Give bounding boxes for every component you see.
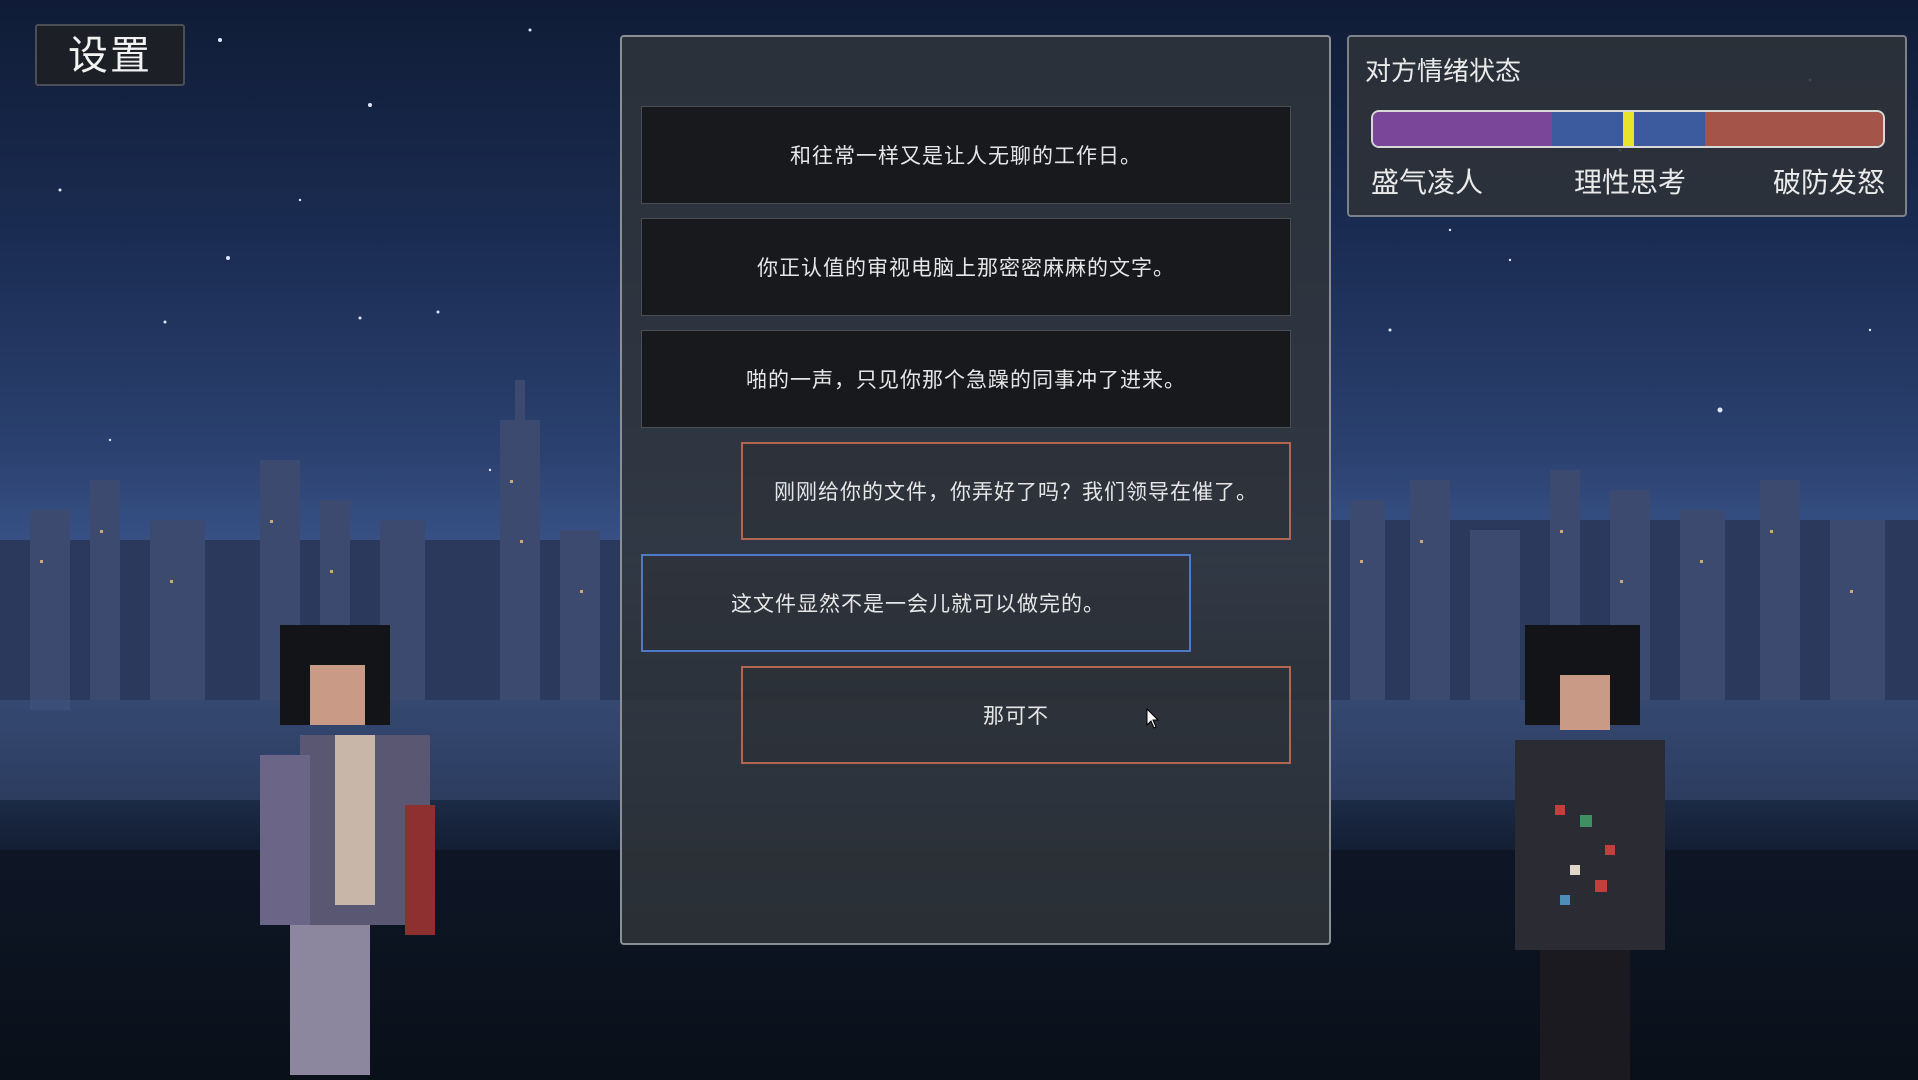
mood-segment-furious: [1704, 112, 1883, 146]
npc-character: [1515, 625, 1665, 1080]
narration-message: 你正认值的审视电脑上那密密麻麻的文字。: [641, 218, 1291, 316]
mood-label-rational: 理性思考: [1574, 166, 1687, 199]
mood-label-furious: 破防发怒: [1772, 166, 1885, 199]
settings-button[interactable]: 设置: [35, 24, 185, 86]
narration-message: 啪的一声，只见你那个急躁的同事冲了进来。: [641, 330, 1291, 428]
player-character: [260, 625, 435, 1075]
dialog-panel: 和往常一样又是让人无聊的工作日。 你正认值的审视电脑上那密密麻麻的文字。 啪的一…: [620, 35, 1331, 945]
mouse-cursor-icon: [1146, 708, 1160, 729]
mood-indicator: [1623, 112, 1634, 146]
mood-segment-domineering: [1373, 112, 1552, 146]
opponent-mood-panel: 对方情绪状态 盛气凌人 理性思考 破防发怒: [1347, 35, 1907, 217]
player-message: 这文件显然不是一会儿就可以做完的。: [641, 554, 1191, 652]
mood-meter: [1371, 110, 1885, 148]
mood-title: 对方情绪状态: [1365, 57, 1522, 87]
npc-message: 刚刚给你的文件，你弄好了吗？我们领导在催了。: [741, 442, 1291, 540]
mood-label-domineering: 盛气凌人: [1371, 166, 1484, 199]
npc-message[interactable]: 那可不: [741, 666, 1291, 764]
narration-message: 和往常一样又是让人无聊的工作日。: [641, 106, 1291, 204]
